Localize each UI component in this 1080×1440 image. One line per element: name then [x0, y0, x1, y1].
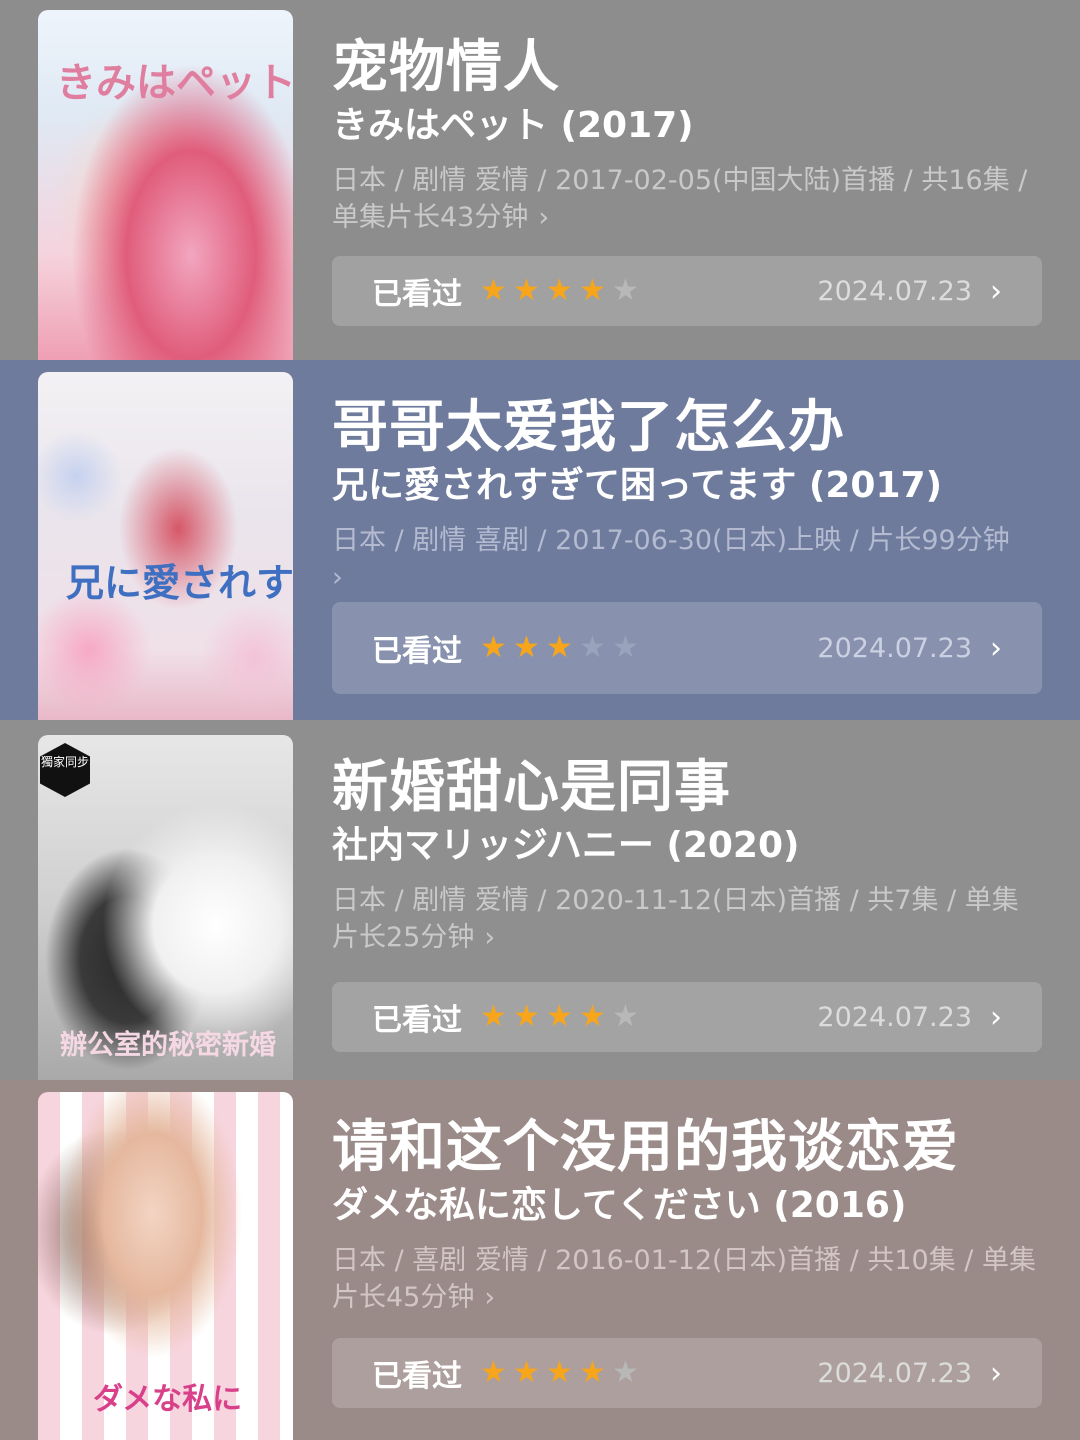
- watched-label: 已看过: [372, 634, 462, 669]
- watched-date: 2024.07.23: [817, 1001, 972, 1033]
- watched-record-bar[interactable]: 已看过 ★ ★ ★ ★ ★ 2024.07.23 ›: [332, 256, 1042, 326]
- rating-stars: ★ ★ ★ ★ ★: [478, 276, 641, 306]
- rating-stars: ★ ★ ★ ★ ★: [478, 633, 641, 663]
- item-meta[interactable]: 日本 / 喜剧 爱情 / 2016-01-12(日本)首播 / 共10集 / 单…: [332, 1242, 1042, 1316]
- rating-stars: ★ ★ ★ ★ ★: [478, 1002, 641, 1032]
- chevron-right-icon: ›: [538, 202, 550, 233]
- exclusive-badge: 獨家同步: [40, 743, 90, 797]
- watched-label: 已看过: [372, 1359, 462, 1394]
- watched-list: きみはペット 宠物情人 きみはペット (2017) 日本 / 剧情 爱情 / 2…: [0, 0, 1080, 1440]
- item-title[interactable]: 哥哥太爱我了怎么办: [332, 382, 845, 463]
- watched-record-bar[interactable]: 已看过 ★ ★ ★ ★ ★ 2024.07.23 ›: [332, 1338, 1042, 1408]
- item-original-title: 社内マリッジハニー (2020): [332, 825, 800, 866]
- item-title[interactable]: 宠物情人: [332, 22, 560, 103]
- item-meta[interactable]: 日本 / 剧情 喜剧 / 2017-06-30(日本)上映 / 片长99分钟 ›: [332, 522, 1042, 596]
- item-original-title: 兄に愛されすぎて困ってます (2017): [332, 465, 943, 506]
- star-empty-icon: ★: [579, 630, 606, 665]
- chevron-right-icon: ›: [990, 1355, 1002, 1391]
- watched-date: 2024.07.23: [817, 632, 972, 664]
- poster-image[interactable]: ダメな私に: [38, 1092, 293, 1440]
- star-filled-icon: ★: [513, 630, 540, 665]
- star-filled-icon: ★: [579, 999, 606, 1034]
- watched-record-bar[interactable]: 已看过 ★ ★ ★ ★ ★ 2024.07.23 ›: [332, 982, 1042, 1052]
- item-title[interactable]: 请和这个没用的我谈恋爱: [332, 1102, 959, 1183]
- item-original-title: ダメな私に恋してください (2016): [332, 1185, 907, 1226]
- chevron-right-icon: ›: [990, 999, 1002, 1035]
- star-filled-icon: ★: [579, 273, 606, 308]
- poster-title: ダメな私に: [93, 1382, 243, 1417]
- star-filled-icon: ★: [480, 999, 507, 1034]
- list-item[interactable]: きみはペット 宠物情人 きみはペット (2017) 日本 / 剧情 爱情 / 2…: [0, 0, 1080, 360]
- star-empty-icon: ★: [612, 1355, 639, 1390]
- watched-record-bar[interactable]: 已看过 ★ ★ ★ ★ ★ 2024.07.23 ›: [332, 602, 1042, 694]
- watched-date: 2024.07.23: [817, 275, 972, 307]
- poster-image[interactable]: きみはペット: [38, 10, 293, 360]
- star-filled-icon: ★: [513, 1355, 540, 1390]
- list-item[interactable]: 獨家同步 辦公室的秘密新婚 新婚甜心是同事 社内マリッジハニー (2020) 日…: [0, 720, 1080, 1080]
- item-meta[interactable]: 日本 / 剧情 爱情 / 2017-02-05(中国大陆)首播 / 共16集 /…: [332, 162, 1042, 236]
- star-filled-icon: ★: [513, 273, 540, 308]
- item-meta-text: 日本 / 剧情 爱情 / 2020-11-12(日本)首播 / 共7集 / 单集…: [332, 885, 1019, 953]
- star-empty-icon: ★: [612, 999, 639, 1034]
- poster-image[interactable]: 兄に愛されすぎて: [38, 372, 293, 720]
- watched-label: 已看过: [372, 1003, 462, 1038]
- item-meta[interactable]: 日本 / 剧情 爱情 / 2020-11-12(日本)首播 / 共7集 / 单集…: [332, 882, 1042, 956]
- star-empty-icon: ★: [612, 273, 639, 308]
- star-empty-icon: ★: [612, 630, 639, 665]
- watched-label: 已看过: [372, 277, 462, 312]
- watched-date: 2024.07.23: [817, 1357, 972, 1389]
- poster-title: 兄に愛されすぎて: [66, 560, 293, 605]
- chevron-right-icon: ›: [484, 922, 496, 953]
- star-filled-icon: ★: [546, 273, 573, 308]
- star-filled-icon: ★: [480, 630, 507, 665]
- item-meta-text: 日本 / 剧情 爱情 / 2017-02-05(中国大陆)首播 / 共16集 /…: [332, 165, 1028, 233]
- rating-stars: ★ ★ ★ ★ ★: [478, 1358, 641, 1388]
- star-filled-icon: ★: [513, 999, 540, 1034]
- list-item[interactable]: 兄に愛されすぎて 哥哥太爱我了怎么办 兄に愛されすぎて困ってます (2017) …: [0, 360, 1080, 720]
- poster-image[interactable]: 獨家同步 辦公室的秘密新婚: [38, 735, 293, 1080]
- star-filled-icon: ★: [579, 1355, 606, 1390]
- star-filled-icon: ★: [546, 1355, 573, 1390]
- item-meta-text: 日本 / 喜剧 爱情 / 2016-01-12(日本)首播 / 共10集 / 单…: [332, 1245, 1036, 1313]
- star-filled-icon: ★: [546, 999, 573, 1034]
- chevron-right-icon: ›: [990, 273, 1002, 309]
- item-title[interactable]: 新婚甜心是同事: [332, 742, 731, 823]
- item-meta-text: 日本 / 剧情 喜剧 / 2017-06-30(日本)上映 / 片长99分钟: [332, 525, 1010, 556]
- item-original-title: きみはペット (2017): [332, 105, 694, 146]
- chevron-right-icon: ›: [484, 1282, 496, 1313]
- chevron-right-icon: ›: [990, 630, 1002, 666]
- star-filled-icon: ★: [546, 630, 573, 665]
- list-item[interactable]: ダメな私に 请和这个没用的我谈恋爱 ダメな私に恋してください (2016) 日本…: [0, 1080, 1080, 1440]
- poster-title: きみはペット: [56, 59, 293, 106]
- chevron-right-icon: ›: [332, 562, 343, 593]
- star-filled-icon: ★: [480, 1355, 507, 1390]
- star-filled-icon: ★: [480, 273, 507, 308]
- poster-title: 辦公室的秘密新婚: [60, 1030, 276, 1061]
